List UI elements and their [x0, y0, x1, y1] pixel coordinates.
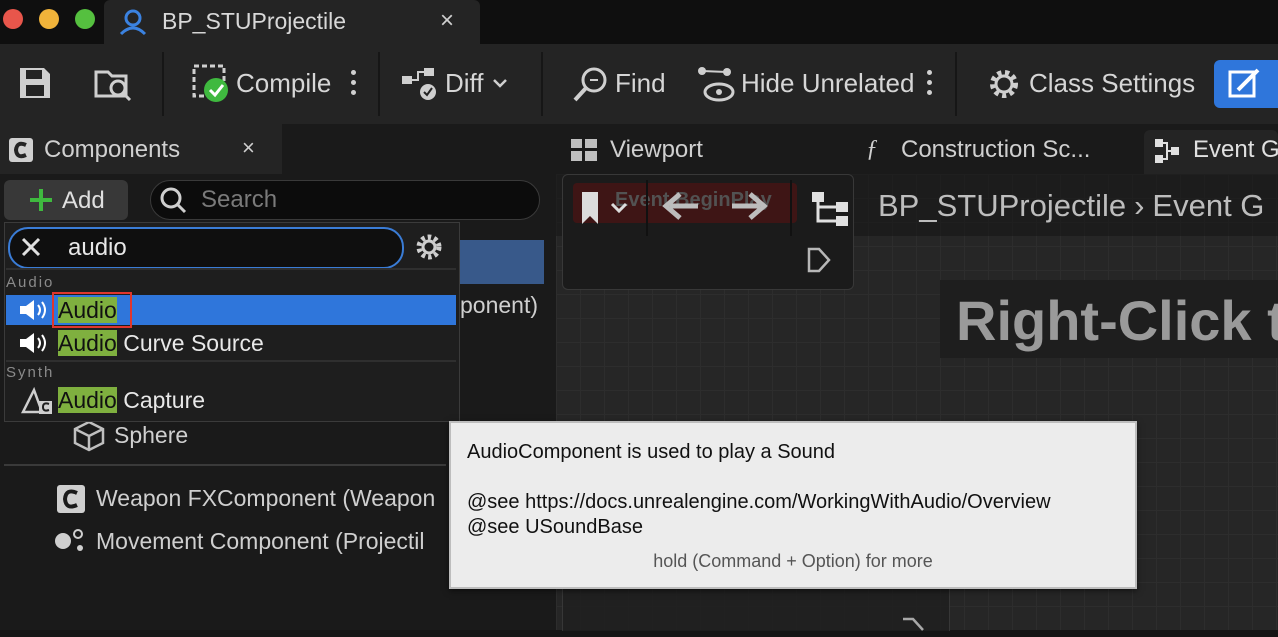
toolbar: Compile Diff Find Hide Unrelated Class S…	[0, 44, 1278, 124]
components-search-input[interactable]	[199, 185, 523, 215]
search-icon	[160, 187, 187, 214]
tab-event-graph-label: Event Gr	[1193, 136, 1278, 163]
tree-item-partial-label: ponent)	[460, 292, 539, 318]
hide-unrelated-button[interactable]: Hide Unrelated	[741, 68, 914, 99]
toolbar-separator	[541, 52, 543, 116]
toolbar-separator	[378, 52, 380, 116]
category-divider	[6, 268, 456, 270]
compile-icon[interactable]	[192, 64, 232, 104]
tab-viewport[interactable]: Viewport	[610, 136, 703, 164]
components-tab-label: Components	[44, 136, 181, 163]
function-icon: ƒ	[866, 136, 878, 162]
hide-unrelated-options-icon[interactable]	[927, 70, 933, 100]
components-tab[interactable]: Components ×	[0, 124, 282, 174]
clear-search-icon[interactable]	[20, 236, 42, 258]
browse-folder-icon[interactable]	[94, 66, 134, 102]
dropdown-search-input[interactable]	[66, 233, 390, 263]
hide-unrelated-icon[interactable]	[697, 66, 737, 104]
tree-item-weapon-fx[interactable]: Weapon FXComponent (Weapon	[96, 485, 435, 512]
selected-tree-row[interactable]	[456, 240, 544, 284]
window-zoom-button[interactable]	[75, 9, 95, 29]
diff-button[interactable]: Diff	[445, 68, 484, 99]
dropdown-item-audio-capture[interactable]: Audio Capture	[6, 385, 456, 415]
arrow-right-icon[interactable]	[728, 190, 768, 222]
edit-defaults-icon	[1228, 68, 1260, 98]
category-label-audio: Audio	[6, 274, 55, 291]
blueprint-actor-icon	[119, 9, 147, 36]
save-icon[interactable]	[18, 66, 52, 100]
graph-breadcrumb: BP_STUProjectile › Event G	[878, 188, 1264, 224]
gear-icon[interactable]	[414, 232, 444, 262]
class-defaults-button[interactable]	[1214, 60, 1278, 108]
selection-highlight-box	[52, 292, 132, 328]
graph-toolbar-separator	[790, 180, 792, 236]
exec-pin-icon[interactable]	[807, 247, 831, 273]
add-component-button[interactable]: Add	[4, 180, 128, 220]
dropdown-search-box[interactable]	[8, 227, 404, 269]
category-label-synth: Synth	[6, 364, 55, 381]
add-button-label: Add	[62, 187, 105, 214]
document-tab-close-icon[interactable]: ×	[440, 7, 454, 35]
viewport-icon	[571, 139, 597, 161]
compile-options-icon[interactable]	[351, 70, 357, 100]
chevron-down-icon[interactable]	[492, 78, 508, 90]
dropdown-item-audio-curve-source[interactable]: Audio Curve Source	[6, 328, 456, 358]
gear-icon[interactable]	[986, 66, 1022, 102]
component-class-icon	[9, 138, 33, 162]
dropdown-item-label: Audio Curve Source	[58, 330, 264, 356]
speaker-icon	[20, 300, 46, 320]
graph-toolbar-separator	[646, 180, 648, 236]
bookmark-icon[interactable]	[578, 188, 630, 228]
speaker-icon	[20, 333, 46, 353]
category-divider	[6, 360, 456, 362]
tooltip-see-docs: @see https://docs.unrealengine.com/Worki…	[467, 491, 1051, 513]
graph-hint-watermark: Right-Click to	[940, 280, 1278, 358]
audio-capture-icon	[20, 386, 52, 414]
compile-button[interactable]: Compile	[236, 68, 331, 99]
components-search-box[interactable]	[150, 180, 540, 220]
find-button[interactable]: Find	[615, 68, 666, 99]
tree-item-sphere[interactable]: Sphere	[114, 422, 188, 449]
diff-icon[interactable]	[400, 66, 440, 102]
components-tab-close-icon[interactable]: ×	[242, 135, 255, 161]
breadcrumb-leaf[interactable]: Event G	[1152, 188, 1264, 223]
tooltip-description: AudioComponent is used to play a Sound	[467, 441, 836, 463]
toolbar-separator	[955, 52, 957, 116]
document-tab[interactable]: BP_STUProjectile ×	[104, 0, 480, 44]
component-tooltip: AudioComponent is used to play a Sound @…	[449, 421, 1137, 589]
tree-item-movement[interactable]: Movement Component (Projectil	[96, 528, 425, 555]
component-class-icon	[57, 485, 85, 513]
graph-hierarchy-icon[interactable]	[808, 188, 852, 228]
plus-icon	[30, 189, 52, 211]
static-mesh-icon	[73, 420, 105, 452]
graph-node-partial[interactable]	[562, 588, 950, 631]
breadcrumb-chevron-icon: ›	[1134, 188, 1145, 223]
projectile-movement-icon	[55, 529, 83, 551]
toolbar-separator	[162, 52, 164, 116]
exec-pin-icon[interactable]	[901, 617, 925, 637]
graph-hint-text: Right-Click to	[956, 289, 1278, 352]
breadcrumb-root[interactable]: BP_STUProjectile	[878, 188, 1126, 223]
tree-divider	[4, 464, 446, 466]
document-tab-title: BP_STUProjectile	[162, 8, 347, 34]
tooltip-hint: hold (Command + Option) for more	[653, 551, 933, 571]
arrow-left-icon[interactable]	[662, 190, 702, 222]
editor-tabs: Viewport ƒ Construction Sc... Event Gr	[556, 124, 1278, 174]
event-graph-icon	[1155, 139, 1179, 163]
class-settings-button[interactable]: Class Settings	[1029, 68, 1195, 99]
window-close-button[interactable]	[3, 9, 23, 29]
tooltip-see-class: @see USoundBase	[467, 516, 643, 538]
tab-construction-script[interactable]: Construction Sc...	[901, 136, 1090, 164]
find-icon[interactable]	[572, 66, 610, 104]
window-minimize-button[interactable]	[39, 9, 59, 29]
tab-event-graph[interactable]: Event Gr	[1144, 130, 1278, 174]
dropdown-item-label: Audio Capture	[58, 387, 206, 413]
